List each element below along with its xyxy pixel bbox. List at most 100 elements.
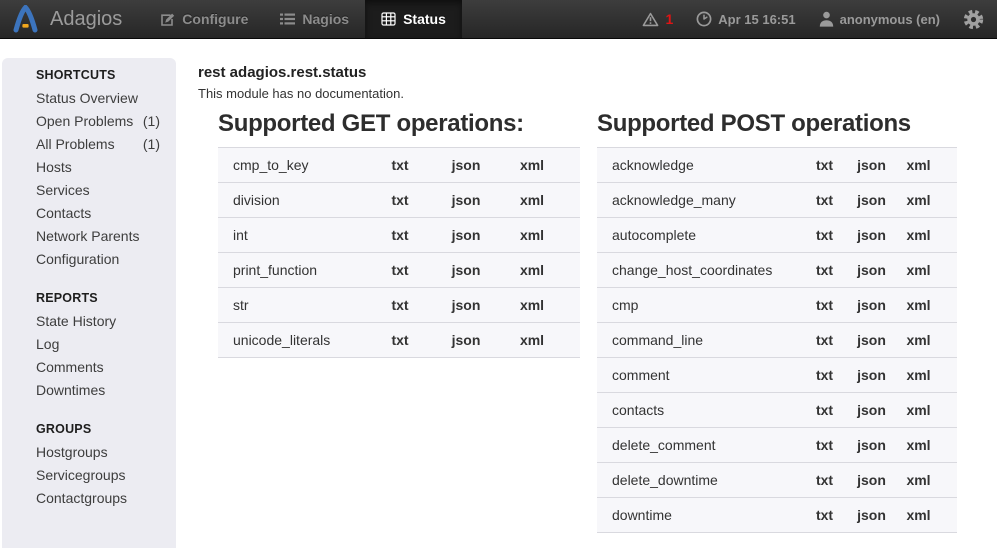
json-link[interactable]: json: [848, 157, 895, 173]
xml-link[interactable]: xml: [895, 227, 942, 243]
xml-link[interactable]: xml: [499, 262, 565, 278]
sidebar-item-contacts[interactable]: Contacts: [36, 202, 176, 225]
json-link[interactable]: json: [848, 227, 895, 243]
sidebar-item-hosts[interactable]: Hosts: [36, 156, 176, 179]
xml-link[interactable]: xml: [895, 262, 942, 278]
txt-link[interactable]: txt: [801, 262, 848, 278]
settings-button[interactable]: [963, 9, 984, 30]
xml-link[interactable]: xml: [499, 227, 565, 243]
sidebar-item-label: Downtimes: [36, 379, 105, 402]
json-link[interactable]: json: [848, 297, 895, 313]
operation-row: cmptxtjsonxml: [597, 288, 957, 323]
operation-name: cmp_to_key: [233, 157, 367, 173]
get-operations-section: Supported GET operations: cmp_to_keytxtj…: [218, 110, 580, 533]
txt-link[interactable]: txt: [801, 297, 848, 313]
xml-link[interactable]: xml: [895, 437, 942, 453]
txt-link[interactable]: txt: [367, 157, 433, 173]
xml-link[interactable]: xml: [895, 367, 942, 383]
sidebar-item-open-problems[interactable]: Open Problems(1): [36, 110, 176, 133]
txt-link[interactable]: txt: [801, 227, 848, 243]
sidebar: SHORTCUTSStatus OverviewOpen Problems(1)…: [2, 58, 176, 548]
xml-link[interactable]: xml: [895, 157, 942, 173]
operation-row: autocompletetxtjsonxml: [597, 218, 957, 253]
alerts-indicator[interactable]: 1: [642, 11, 673, 27]
sidebar-section-groups: GROUPSHostgroupsServicegroupsContactgrou…: [36, 418, 176, 510]
operation-name: str: [233, 297, 367, 313]
sidebar-item-comments[interactable]: Comments: [36, 356, 176, 379]
alert-count: 1: [665, 11, 673, 27]
json-link[interactable]: json: [433, 227, 499, 243]
xml-link[interactable]: xml: [895, 402, 942, 418]
txt-link[interactable]: txt: [801, 157, 848, 173]
xml-link[interactable]: xml: [895, 192, 942, 208]
json-link[interactable]: json: [848, 507, 895, 523]
txt-link[interactable]: txt: [801, 332, 848, 348]
operation-name: change_host_coordinates: [612, 262, 801, 278]
user-menu[interactable]: anonymous (en): [819, 11, 940, 27]
json-link[interactable]: json: [848, 402, 895, 418]
json-link[interactable]: json: [433, 297, 499, 313]
sidebar-item-state-history[interactable]: State History: [36, 310, 176, 333]
nav-item-configure[interactable]: Configure: [144, 0, 264, 38]
main-nav: Configure Nagios: [144, 0, 462, 38]
clock-indicator[interactable]: Apr 15 16:51: [696, 11, 795, 27]
json-link[interactable]: json: [848, 262, 895, 278]
sidebar-item-servicegroups[interactable]: Servicegroups: [36, 464, 176, 487]
json-link[interactable]: json: [433, 262, 499, 278]
txt-link[interactable]: txt: [367, 262, 433, 278]
xml-link[interactable]: xml: [499, 297, 565, 313]
txt-link[interactable]: txt: [367, 332, 433, 348]
operation-name: command_line: [612, 332, 801, 348]
json-link[interactable]: json: [848, 472, 895, 488]
xml-link[interactable]: xml: [895, 297, 942, 313]
json-link[interactable]: json: [848, 332, 895, 348]
json-link[interactable]: json: [433, 157, 499, 173]
json-link[interactable]: json: [848, 367, 895, 383]
username: anonymous (en): [840, 12, 940, 27]
json-link[interactable]: json: [848, 192, 895, 208]
get-operations-table: cmp_to_keytxtjsonxmldivisiontxtjsonxmlin…: [218, 147, 580, 358]
table-icon: [381, 12, 396, 26]
sidebar-item-label: Hosts: [36, 156, 72, 179]
json-link[interactable]: json: [433, 332, 499, 348]
sidebar-item-contactgroups[interactable]: Contactgroups: [36, 487, 176, 510]
sidebar-item-configuration[interactable]: Configuration: [36, 248, 176, 271]
sidebar-item-network-parents[interactable]: Network Parents: [36, 225, 176, 248]
txt-link[interactable]: txt: [801, 192, 848, 208]
sidebar-item-log[interactable]: Log: [36, 333, 176, 356]
xml-link[interactable]: xml: [499, 332, 565, 348]
txt-link[interactable]: txt: [801, 437, 848, 453]
operation-row: strtxtjsonxml: [218, 288, 580, 323]
brand[interactable]: Adagios: [0, 0, 144, 38]
sidebar-item-label: Network Parents: [36, 225, 139, 248]
txt-link[interactable]: txt: [367, 297, 433, 313]
txt-link[interactable]: txt: [367, 192, 433, 208]
operation-row: inttxtjsonxml: [218, 218, 580, 253]
txt-link[interactable]: txt: [367, 227, 433, 243]
sidebar-item-all-problems[interactable]: All Problems(1): [36, 133, 176, 156]
xml-link[interactable]: xml: [895, 472, 942, 488]
operation-name: acknowledge_many: [612, 192, 801, 208]
txt-link[interactable]: txt: [801, 507, 848, 523]
xml-link[interactable]: xml: [499, 157, 565, 173]
xml-link[interactable]: xml: [895, 332, 942, 348]
nav-item-nagios[interactable]: Nagios: [264, 0, 365, 38]
sidebar-item-status-overview[interactable]: Status Overview: [36, 87, 176, 110]
xml-link[interactable]: xml: [895, 507, 942, 523]
sidebar-item-downtimes[interactable]: Downtimes: [36, 379, 176, 402]
clock-icon: [696, 11, 712, 27]
txt-link[interactable]: txt: [801, 367, 848, 383]
json-link[interactable]: json: [848, 437, 895, 453]
json-link[interactable]: json: [433, 192, 499, 208]
gear-icon: [963, 9, 984, 30]
sidebar-item-hostgroups[interactable]: Hostgroups: [36, 441, 176, 464]
txt-link[interactable]: txt: [801, 402, 848, 418]
sidebar-item-services[interactable]: Services: [36, 179, 176, 202]
sidebar-item-count: (1): [143, 133, 160, 156]
main-content: rest adagios.rest.status This module has…: [198, 64, 997, 533]
xml-link[interactable]: xml: [499, 192, 565, 208]
nav-item-status[interactable]: Status: [365, 0, 462, 38]
list-icon: [280, 12, 295, 26]
sidebar-section-reports: REPORTSState HistoryLogCommentsDowntimes: [36, 287, 176, 402]
txt-link[interactable]: txt: [801, 472, 848, 488]
